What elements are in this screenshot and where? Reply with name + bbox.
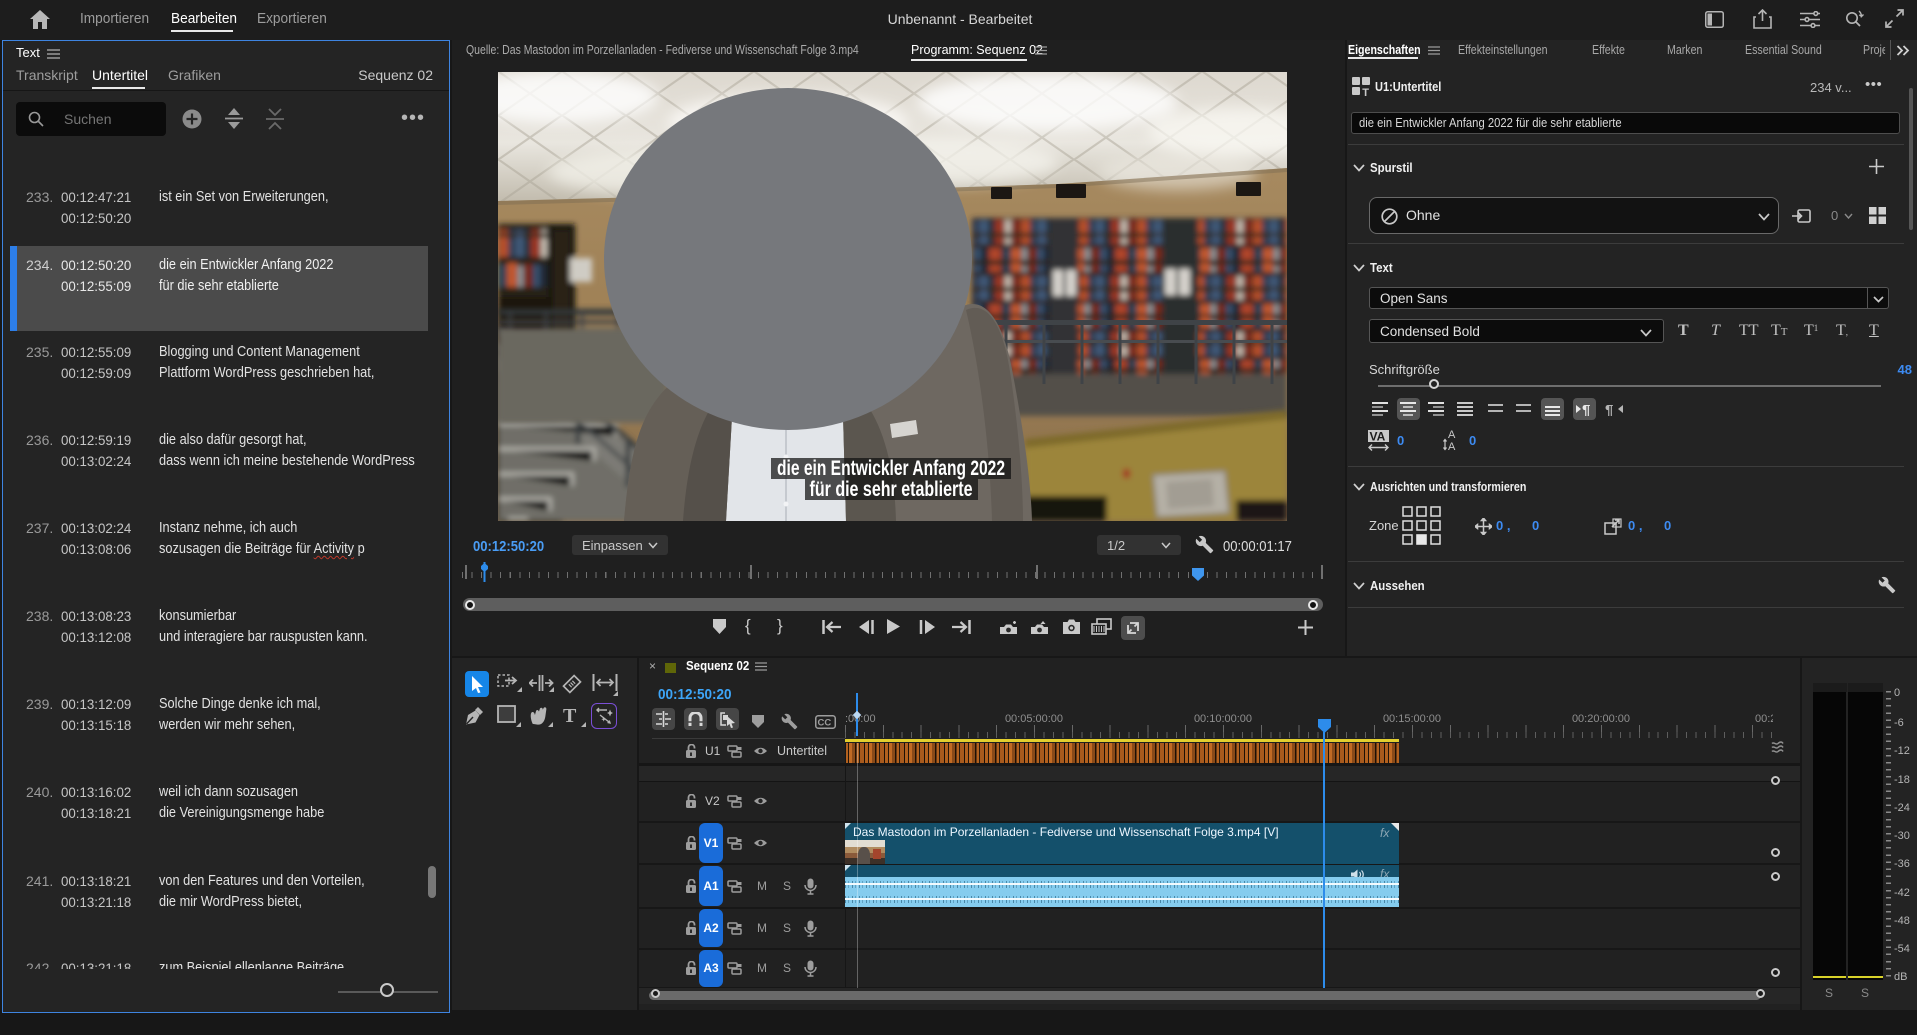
svg-text:die ein Entwickler Anfang 2022: die ein Entwickler Anfang 2022 (777, 457, 1005, 480)
svg-text:A: A (1448, 441, 1456, 452)
svg-text:VA: VA (1370, 430, 1386, 444)
svg-text:T: T (1362, 87, 1369, 96)
svg-text:¶: ¶ (1582, 402, 1590, 416)
svg-text:CC: CC (818, 718, 832, 729)
svg-text:A: A (1448, 429, 1456, 441)
svg-text:T: T (563, 705, 577, 727)
svg-text:für die sehr etablierte: für die sehr etablierte (810, 478, 973, 501)
svg-text:¶: ¶ (1605, 402, 1613, 416)
